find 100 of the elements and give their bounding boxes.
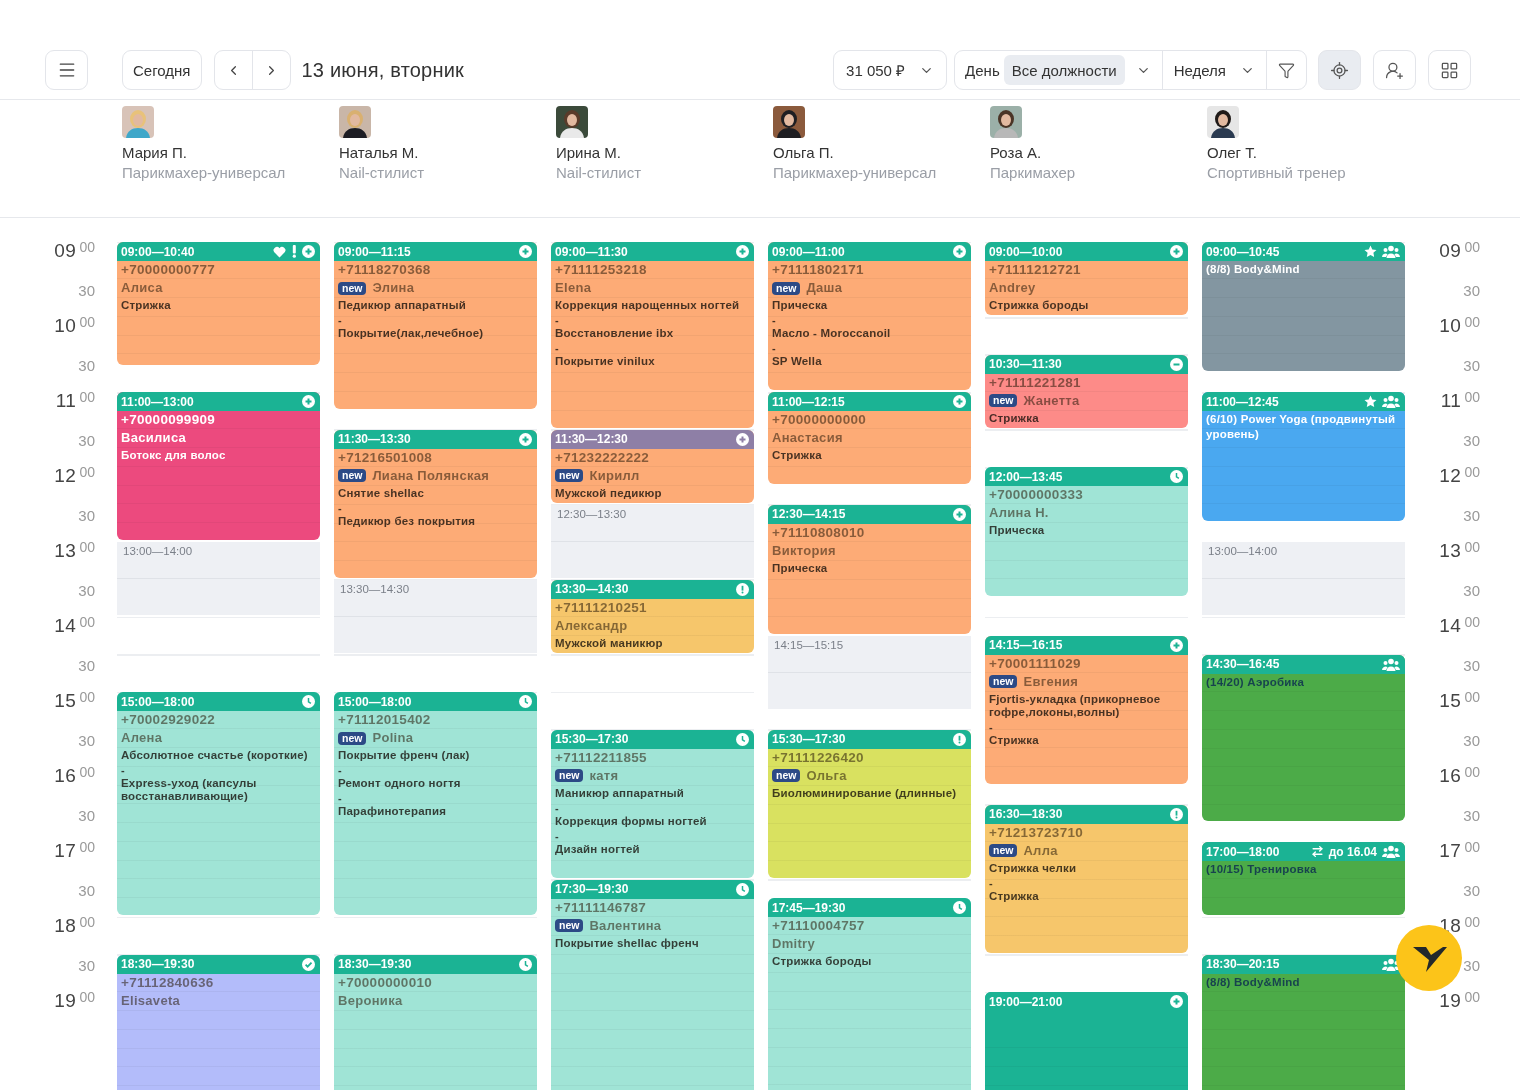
appointment-card[interactable]: 11:30—13:30 +71216501008 new Лиана Полянская Снятие shellac - Педикюр без покрытия [334, 429, 537, 578]
minute-label: 00 [1464, 539, 1480, 555]
service-name: Стрижка бороды [989, 298, 1090, 313]
event-time: 11:00—13:00 [121, 394, 195, 409]
service-name: Покрытие(лак,лечебное) [338, 326, 485, 341]
revenue-dropdown[interactable]: 31 050 ₽ [833, 50, 948, 90]
free-slot[interactable]: 12:30—13:30 [551, 504, 754, 578]
service-name: Стрижка [772, 448, 823, 463]
service-name: Стрижка [989, 888, 1040, 904]
event-time: 11:00—12:15 [772, 394, 846, 409]
appointment-card[interactable]: 09:00—10:40 +70000000777 Алиса Стрижка [117, 242, 320, 365]
event-time: 11:30—12:30 [555, 432, 629, 446]
client-name: Elena [555, 279, 592, 297]
half-hour-label: 30 [1463, 806, 1480, 825]
free-slot[interactable]: 13:00—14:00 [1202, 542, 1405, 615]
staff-name: Ольга П. [773, 143, 835, 163]
class-title: (14/20) Аэробика [1206, 674, 1305, 690]
class-title: (10/15) Тренировка [1206, 862, 1318, 877]
add-user-icon [1385, 60, 1404, 80]
class-title: (8/8) Body&Mind [1206, 262, 1301, 277]
plus-icon [736, 432, 749, 446]
phone-number: +71110004757 [772, 917, 866, 936]
free-slot[interactable]: 14:15—15:15 [768, 635, 971, 709]
appointment-card[interactable]: 15:00—18:00 +70002929022 Алена Абсолютное счастье (короткие) - Express-уход (капсулы восстанавливающие) [117, 692, 320, 915]
class-card[interactable]: 14:30—16:45 (14/20) Аэробика [1202, 654, 1405, 822]
client-name: Кирилл [589, 466, 640, 485]
half-hour-label: 30 [78, 656, 95, 675]
client-name: Алиса [121, 279, 163, 297]
new-badge: new [989, 394, 1018, 407]
new-badge: new [555, 469, 584, 482]
half-hour-label: 30 [1463, 956, 1480, 975]
plus-icon [519, 432, 532, 446]
hour-label: 14 [1439, 617, 1462, 635]
clock-icon [953, 901, 966, 915]
new-badge: new [772, 281, 801, 295]
minute-label: 00 [1464, 614, 1480, 630]
repeat-until: до 16.04 [1328, 844, 1377, 859]
appointment-card[interactable]: 16:30—18:30 +71213723710 new Алла Стрижка челки - Стрижка [985, 804, 1188, 953]
appointment-card[interactable]: 10:30—11:30 +71111221281 new Жанетта Стрижка [985, 354, 1188, 428]
locate-button[interactable] [1318, 50, 1361, 90]
phone-number: +71111146787 [555, 898, 648, 917]
group-icon [1382, 845, 1400, 858]
service-separator: - [555, 802, 560, 813]
menu-button[interactable] [45, 50, 88, 90]
event-time: 15:30—17:30 [555, 732, 630, 746]
add-user-button[interactable] [1373, 50, 1416, 90]
minute-label: 00 [1464, 689, 1480, 705]
phone-number: +71111802171 [772, 261, 865, 279]
appointment-card[interactable]: 09:00—10:00 +71111212721 Andrey Стрижка бороды [985, 242, 1188, 315]
phone-number: +71118270368 [338, 261, 432, 279]
phone-number: +71111221281 [989, 373, 1082, 392]
service-name: Прическа [989, 523, 1046, 538]
appointment-card[interactable]: 15:30—17:30 +71111226420 new Ольга Биолюминирование (длинные) [768, 729, 971, 878]
date-title: 13 июня, вторник [301, 58, 464, 83]
client-name: Алина Н. [989, 504, 1049, 522]
plus-icon [1170, 245, 1183, 258]
minute-label: 00 [79, 389, 95, 405]
client-name: Василиса [121, 429, 187, 447]
appointment-card[interactable]: 11:30—12:30 +71232222222 new Кирилл Мужской педикюр [551, 429, 754, 503]
appointment-card[interactable]: 09:00—11:30 +71111253218 Elena Коррекция нарощенных ногтей - Восстановление ibx - Покрытие vinilux [551, 242, 754, 428]
appointment-card[interactable]: 12:30—14:15 +71110808010 Виктория Прическа [768, 504, 971, 634]
appointment-card[interactable]: 15:30—17:30 +71112211855 new катя Маникюр аппаратный - Коррекция формы ногтей - Дизайн ногтей [551, 729, 754, 878]
service-name: Покрытие shellac френч [555, 935, 700, 951]
phone-number: +71111253218 [555, 261, 648, 279]
client-name: Валентина [589, 916, 662, 935]
service-name: Дизайн ногтей [555, 841, 641, 857]
appointment-card[interactable]: 09:00—11:00 +71111802171 new Даша Прическа - Масло - Moroccanoil - SP Wella [768, 242, 971, 390]
appointment-card[interactable]: 11:00—12:15 +70000000000 Анастасия Стрижка [768, 392, 971, 484]
appointment-card[interactable]: 15:00—18:00 +71112015402 new Polina Покрытие френч (лак) - Ремонт одного ногтя - Парафинотерапия [334, 692, 537, 915]
appointment-card[interactable]: 17:45—19:30 +71110004757 Dmitry Стрижка бороды [768, 898, 971, 1090]
appointment-card[interactable]: 09:00—11:15 +71118270368 new Элина Педикюр аппаратный - Покрытие(лак,лечебное) [334, 242, 537, 409]
hour-label: 09 [54, 242, 77, 260]
staff-role: Парикмахер-универсал [122, 163, 287, 183]
plus-icon [302, 395, 315, 408]
half-hour-label: 30 [78, 506, 95, 525]
phone-number: +70001111029 [989, 654, 1082, 673]
service-name: Стрижка [121, 298, 172, 313]
staff-role: Nail-стилист [339, 163, 426, 183]
free-slot[interactable]: 13:00—14:00 [117, 542, 320, 615]
event-time: 11:30—13:30 [338, 432, 412, 446]
period-dropdown[interactable]: Неделя [1161, 51, 1266, 89]
service-name: Стрижка бороды [772, 954, 873, 970]
class-card[interactable]: 18:30—20:15 (8/8) Body&Mind [1202, 954, 1405, 1090]
event-time: 17:30—19:30 [555, 882, 630, 896]
appointment-card[interactable]: 14:15—16:15 +70001111029 new Евгения Fjortis-укладка (прикорневое гофре,локоны,волны) - Стрижка [985, 635, 1188, 784]
free-slot[interactable]: 13:30—14:30 [334, 579, 537, 653]
grid-button[interactable] [1428, 50, 1471, 90]
service-separator: - [121, 765, 126, 775]
appointment-card[interactable]: 11:00—13:00 +70000099909 Василиса Ботокс для волос [117, 392, 320, 540]
class-card[interactable]: 17:00—18:00 до 16.04 (10/15) Тренировка [1202, 842, 1405, 915]
appointment-card[interactable]: 13:30—14:30 +71111210251 Александр Мужской маникюр [551, 579, 754, 653]
appointment-card[interactable]: 12:00—13:45 +70000000333 Алина Н. Прическа [985, 467, 1188, 597]
appointment-card[interactable]: 17:30—19:30 +71111146787 new Валентина Покрытие shellac френч [551, 879, 754, 1090]
event-time: 12:30—14:15 [772, 507, 847, 521]
event-time: 15:00—18:00 [338, 694, 413, 709]
position-select[interactable]: Все должности [1003, 55, 1125, 85]
half-hour-label: 30 [78, 431, 95, 450]
service-name: Ремонт одного ногтя [338, 776, 462, 791]
service-separator: - [338, 793, 343, 803]
today-button[interactable]: Сегодня [122, 50, 202, 90]
